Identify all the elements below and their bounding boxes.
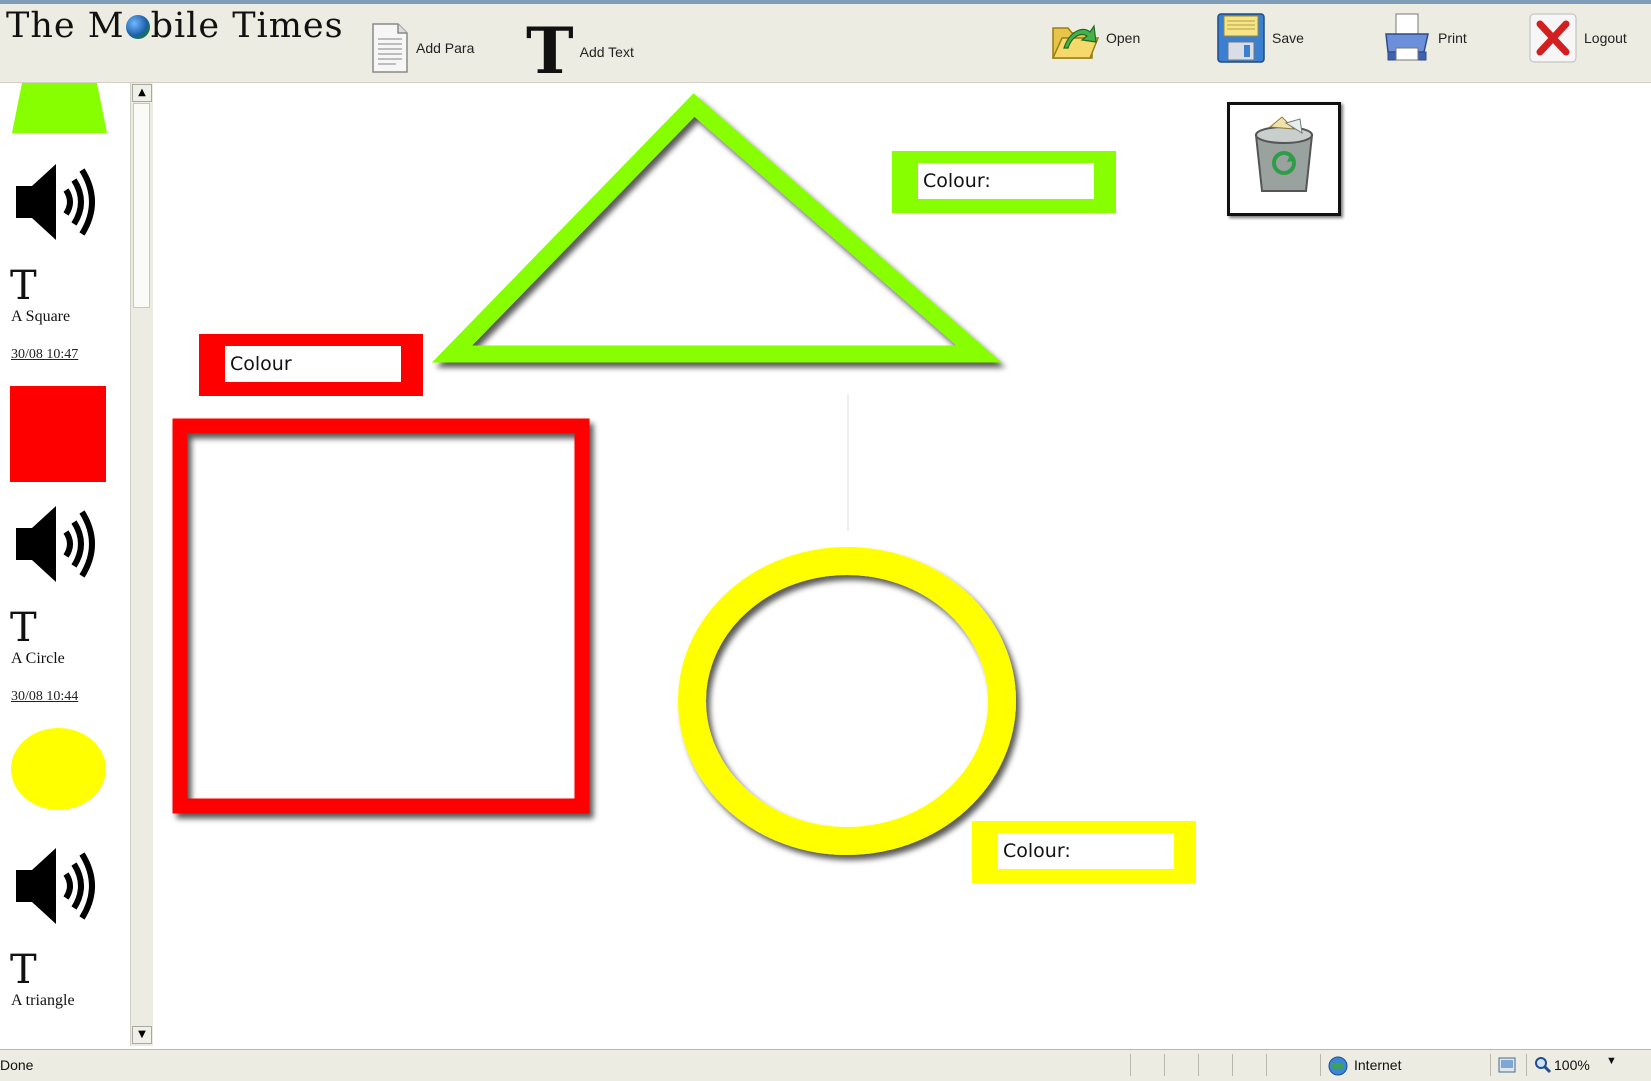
logo-text-end: bile Times bbox=[150, 6, 344, 46]
protected-mode-icon bbox=[1498, 1057, 1516, 1073]
triangle-shape[interactable] bbox=[431, 93, 1002, 363]
printer-icon bbox=[1385, 13, 1429, 61]
speaker-icon[interactable] bbox=[10, 500, 105, 588]
triangle-colour-box[interactable]: Colour: bbox=[892, 151, 1116, 213]
close-x-icon bbox=[1529, 13, 1577, 63]
status-separator bbox=[1232, 1054, 1233, 1076]
square-colour-box[interactable]: Colour bbox=[199, 334, 423, 396]
save-button[interactable]: Save bbox=[1216, 12, 1304, 64]
canvas-shapes bbox=[172, 93, 1016, 855]
scroll-up-button[interactable]: ▲ bbox=[132, 84, 152, 102]
toolbar: The M bile Times Add Para T Add Text Open bbox=[0, 4, 1651, 89]
add-text-label: Add Text bbox=[579, 44, 634, 60]
security-zone-text: Internet bbox=[1354, 1057, 1402, 1073]
sidebar-item-label: A Circle bbox=[11, 650, 65, 667]
scrollbar-thumb[interactable] bbox=[133, 103, 150, 308]
speaker-icon[interactable] bbox=[10, 158, 105, 246]
circle-colour-box[interactable]: Colour: bbox=[972, 821, 1196, 883]
print-button[interactable]: Print bbox=[1382, 12, 1467, 64]
logout-label: Logout bbox=[1584, 30, 1627, 46]
square-thumbnail[interactable] bbox=[10, 386, 106, 482]
square-colour-field[interactable]: Colour bbox=[225, 346, 401, 382]
status-separator bbox=[1164, 1054, 1165, 1076]
chevron-down-icon[interactable]: ▼ bbox=[1606, 1055, 1617, 1067]
recycle-bin-icon bbox=[1254, 116, 1314, 192]
save-disk-icon bbox=[1217, 13, 1265, 63]
triangle-thumbnail[interactable] bbox=[12, 83, 107, 133]
print-label: Print bbox=[1438, 30, 1467, 46]
status-separator bbox=[1266, 1054, 1267, 1076]
status-bar: Done Internet 100% ▼ bbox=[0, 1049, 1651, 1081]
scroll-down-button[interactable]: ▼ bbox=[132, 1026, 152, 1044]
open-button[interactable]: Open bbox=[1050, 12, 1140, 64]
circle-shape[interactable] bbox=[678, 547, 1016, 855]
text-t-icon: T bbox=[10, 947, 37, 993]
sidebar-item-label: A Square bbox=[11, 308, 71, 325]
save-label: Save bbox=[1272, 30, 1304, 46]
logout-button[interactable]: Logout bbox=[1528, 12, 1627, 64]
sidebar-scrollbar[interactable]: ▲ ▼ bbox=[130, 83, 153, 1046]
status-separator bbox=[1526, 1054, 1527, 1076]
status-separator bbox=[1130, 1054, 1131, 1076]
zoom-level[interactable]: 100% bbox=[1554, 1057, 1590, 1073]
sidebar-item-date[interactable]: 30/08 10:47 bbox=[11, 347, 78, 363]
circle-thumbnail[interactable] bbox=[11, 728, 106, 810]
triangle-colour-field[interactable]: Colour: bbox=[918, 163, 1094, 199]
square-shape[interactable] bbox=[172, 418, 590, 814]
open-folder-icon bbox=[1051, 24, 1100, 59]
zoom-icon bbox=[1535, 1057, 1552, 1074]
add-para-label: Add Para bbox=[416, 40, 475, 56]
app-logo: The M bile Times bbox=[6, 6, 344, 46]
text-t-icon: T bbox=[10, 263, 37, 309]
text-t-icon: T bbox=[10, 605, 37, 651]
add-text-button[interactable]: T Add Text bbox=[526, 14, 634, 89]
document-icon bbox=[372, 23, 408, 73]
sidebar: T A Square 30/08 10:47 T A Circle 30/08 … bbox=[0, 83, 130, 1046]
globe-icon bbox=[1328, 1056, 1348, 1076]
speaker-icon[interactable] bbox=[10, 842, 105, 930]
status-separator bbox=[1320, 1054, 1321, 1076]
sidebar-item-label: A triangle bbox=[11, 992, 75, 1009]
circle-colour-field[interactable]: Colour: bbox=[998, 833, 1174, 869]
status-separator bbox=[1198, 1054, 1199, 1076]
status-text: Done bbox=[0, 1057, 34, 1073]
logo-text-start: The M bbox=[6, 6, 125, 46]
open-label: Open bbox=[1106, 30, 1141, 46]
recycle-bin[interactable] bbox=[1227, 102, 1341, 216]
status-separator bbox=[1490, 1054, 1491, 1076]
sidebar-item-date[interactable]: 30/08 10:44 bbox=[11, 689, 78, 705]
add-para-button[interactable]: Add Para bbox=[370, 22, 474, 74]
globe-icon bbox=[125, 15, 150, 39]
text-t-icon: T bbox=[526, 14, 574, 89]
